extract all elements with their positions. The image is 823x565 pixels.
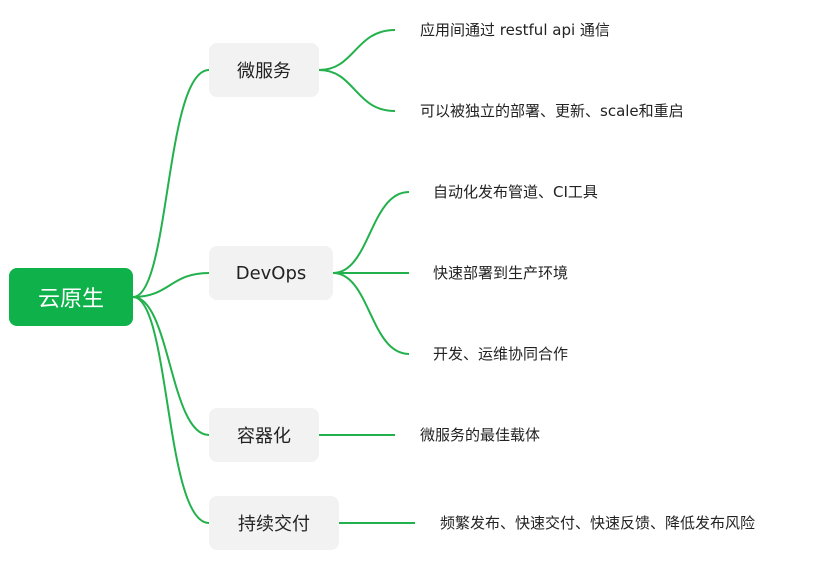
connector-devops-leaf-1 — [332, 191, 410, 274]
branch-label: 容器化 — [237, 426, 291, 447]
leaf-microservices-1: 应用间通过 restful api 通信 — [420, 21, 610, 39]
leaf-devops-1: 自动化发布管道、CI工具 — [433, 183, 598, 201]
branch-node-containerization[interactable]: 容器化 — [209, 408, 319, 462]
connector-microservices-leaf-1 — [318, 29, 396, 71]
connector-root-cd — [132, 296, 210, 524]
connector-root-microservices — [132, 69, 210, 298]
leaf-devops-2: 快速部署到生产环境 — [433, 264, 569, 282]
connector-microservices-leaf-2 — [318, 69, 396, 112]
root-label: 云原生 — [37, 287, 104, 312]
leaf-microservices-2: 可以被独立的部署、更新、scale和重启 — [420, 102, 684, 120]
leaf-continuous-delivery-1: 频繁发布、快速交付、快速反馈、降低发布风险 — [440, 514, 756, 532]
branch-label: 微服务 — [237, 61, 291, 82]
leaf-devops-3: 开发、运维协同合作 — [433, 345, 569, 363]
root-node[interactable]: 云原生 — [9, 268, 133, 326]
connector-devops-leaf-3 — [332, 272, 410, 355]
mind-map: 云原生 微服务 DevOps 容器化 持续交付 应用间通过 restful ap… — [0, 0, 823, 565]
branch-label: 持续交付 — [238, 514, 310, 535]
branch-node-devops[interactable]: DevOps — [209, 246, 333, 300]
branch-node-microservices[interactable]: 微服务 — [209, 43, 319, 97]
connector-root-devops — [132, 272, 210, 298]
branch-node-continuous-delivery[interactable]: 持续交付 — [209, 496, 339, 550]
connector-root-containers — [132, 296, 210, 436]
leaf-containerization-1: 微服务的最佳载体 — [420, 426, 541, 444]
branch-label: DevOps — [235, 262, 307, 284]
